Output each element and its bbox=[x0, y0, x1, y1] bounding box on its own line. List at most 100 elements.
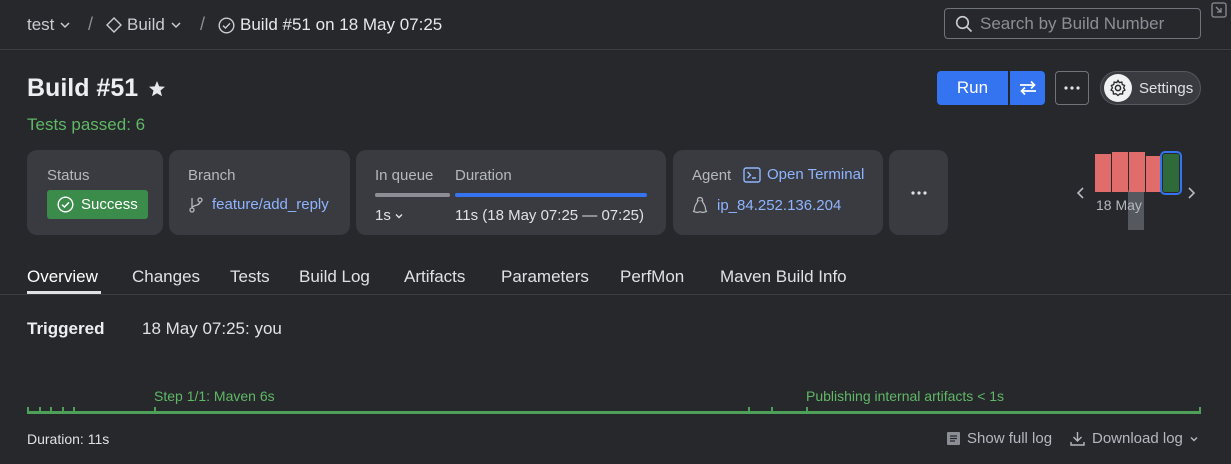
tab-parameters[interactable]: Parameters bbox=[501, 267, 589, 287]
chevron-right-icon bbox=[1188, 187, 1196, 199]
download-icon bbox=[1070, 432, 1085, 446]
run-button[interactable]: Run bbox=[937, 71, 1008, 105]
duration-value: 11s (18 May 07:25 — 07:25) bbox=[455, 207, 644, 224]
tab-tests[interactable]: Tests bbox=[230, 267, 270, 287]
run-options-button[interactable] bbox=[1010, 71, 1045, 105]
duration-summary: Duration: 11s bbox=[27, 431, 110, 447]
queue-label: In queue bbox=[375, 167, 434, 184]
settings-label: Settings bbox=[1139, 79, 1194, 97]
breadcrumb-build-config[interactable]: Build bbox=[106, 15, 182, 35]
download-log-link[interactable]: Download log bbox=[1069, 430, 1199, 447]
active-tab-indicator bbox=[27, 291, 101, 294]
breadcrumb-separator: / bbox=[200, 14, 206, 34]
document-icon bbox=[947, 432, 960, 445]
chevron-down-icon bbox=[171, 22, 181, 29]
history-bar-success[interactable] bbox=[1160, 151, 1182, 195]
status-card: Status Success bbox=[27, 150, 163, 235]
sliders-icon bbox=[1019, 80, 1036, 96]
queue-bar bbox=[375, 193, 450, 197]
history-bar-failed[interactable] bbox=[1095, 154, 1111, 192]
queue-bar-fill bbox=[375, 193, 450, 197]
more-actions-button[interactable] bbox=[1055, 71, 1089, 105]
tab-perfmon[interactable]: PerfMon bbox=[620, 267, 684, 287]
chevron-left-icon bbox=[1076, 187, 1084, 199]
build-history-chart bbox=[1095, 151, 1182, 200]
history-prev-button[interactable] bbox=[1075, 186, 1087, 200]
duration-bar-fill bbox=[455, 193, 647, 197]
chevron-down-icon bbox=[1190, 436, 1198, 441]
breadcrumb-project[interactable]: test bbox=[27, 15, 71, 35]
tests-summary: Tests passed: 6 bbox=[27, 115, 146, 134]
duration-bar bbox=[455, 193, 647, 197]
timeline-tick bbox=[62, 407, 64, 414]
history-bar-failed[interactable] bbox=[1112, 152, 1128, 192]
timeline-tick bbox=[50, 407, 52, 414]
search-icon bbox=[955, 15, 973, 32]
history-date: 18 May bbox=[1096, 197, 1142, 213]
branch-value: feature/add_reply bbox=[212, 196, 329, 213]
agent-card: Agent Open Terminal ip_84.252.136.204 bbox=[673, 150, 883, 235]
star-icon[interactable] bbox=[148, 80, 166, 98]
breadcrumb-project-label: test bbox=[27, 15, 55, 34]
tab-maven-build-info[interactable]: Maven Build Info bbox=[720, 267, 847, 287]
agent-link[interactable]: ip_84.252.136.204 bbox=[692, 196, 841, 214]
breadcrumb-build-config-label: Build bbox=[127, 15, 165, 34]
status-value: Success bbox=[81, 196, 138, 213]
status-badge: Success bbox=[47, 190, 148, 219]
tab-changes[interactable]: Changes bbox=[132, 267, 200, 287]
agent-value: ip_84.252.136.204 bbox=[717, 196, 842, 214]
show-full-log-link[interactable]: Show full log bbox=[946, 430, 1052, 447]
branch-icon bbox=[189, 197, 203, 213]
triggered-value: 18 May 07:25: you bbox=[142, 319, 282, 338]
search-box[interactable] bbox=[944, 8, 1201, 39]
timeline-tick bbox=[1199, 407, 1201, 414]
open-terminal-link[interactable]: Open Terminal bbox=[743, 166, 864, 183]
open-terminal-label: Open Terminal bbox=[767, 166, 865, 183]
status-label: Status bbox=[47, 167, 90, 184]
check-circle-icon bbox=[218, 16, 235, 34]
tab-bar: Overview Changes Tests Build Log Artifac… bbox=[0, 262, 1231, 295]
agent-label: Agent bbox=[692, 167, 732, 184]
terminal-icon bbox=[743, 166, 761, 183]
branch-label: Branch bbox=[188, 167, 236, 184]
timeline-tick bbox=[73, 407, 75, 414]
history-next-button[interactable] bbox=[1185, 186, 1197, 200]
check-circle-icon bbox=[57, 196, 74, 213]
breadcrumb-build-run: Build #51 on 18 May 07:25 bbox=[218, 15, 442, 35]
timeline-tick bbox=[771, 407, 773, 414]
search-input[interactable] bbox=[980, 13, 1200, 34]
timeline-tick bbox=[748, 407, 750, 414]
history-bar-failed[interactable] bbox=[1129, 152, 1145, 192]
more-icon bbox=[1064, 86, 1080, 90]
gear-icon bbox=[1104, 74, 1132, 102]
queue-dropdown[interactable]: 1s bbox=[375, 207, 404, 224]
breadcrumb-build-run-label: Build #51 on 18 May 07:25 bbox=[240, 15, 443, 34]
more-details-button[interactable] bbox=[889, 150, 948, 235]
settings-button[interactable]: Settings bbox=[1100, 71, 1201, 105]
breadcrumb-separator: / bbox=[88, 14, 94, 34]
step-maven[interactable]: Step 1/1: Maven 6s bbox=[154, 388, 275, 404]
step-publishing[interactable]: Publishing internal artifacts < 1s bbox=[806, 388, 1004, 404]
timing-card: In queue 1s Duration 11s (18 May 07:25 —… bbox=[356, 150, 666, 235]
collapse-icon[interactable] bbox=[1211, 2, 1227, 18]
linux-icon bbox=[692, 196, 708, 214]
timeline-tick bbox=[154, 407, 156, 414]
page-title: Build #51 bbox=[27, 74, 166, 103]
branch-link[interactable]: feature/add_reply bbox=[188, 196, 329, 213]
build-timeline bbox=[27, 411, 1201, 414]
tab-build-log[interactable]: Build Log bbox=[299, 267, 370, 287]
triggered-label: Triggered bbox=[27, 319, 105, 338]
timeline-tick bbox=[806, 407, 808, 414]
tab-artifacts[interactable]: Artifacts bbox=[404, 267, 465, 287]
queue-value: 1s bbox=[375, 207, 391, 224]
download-log-label: Download log bbox=[1092, 430, 1183, 447]
more-icon bbox=[910, 190, 927, 195]
timeline-tick bbox=[39, 407, 41, 414]
diamond-icon bbox=[106, 17, 122, 33]
duration-label: Duration bbox=[455, 167, 512, 184]
history-bar-failed[interactable] bbox=[1146, 156, 1162, 192]
tab-overview[interactable]: Overview bbox=[27, 267, 98, 287]
chevron-down-icon bbox=[395, 213, 403, 218]
branch-card: Branch feature/add_reply bbox=[169, 150, 350, 235]
chevron-down-icon bbox=[60, 22, 70, 29]
